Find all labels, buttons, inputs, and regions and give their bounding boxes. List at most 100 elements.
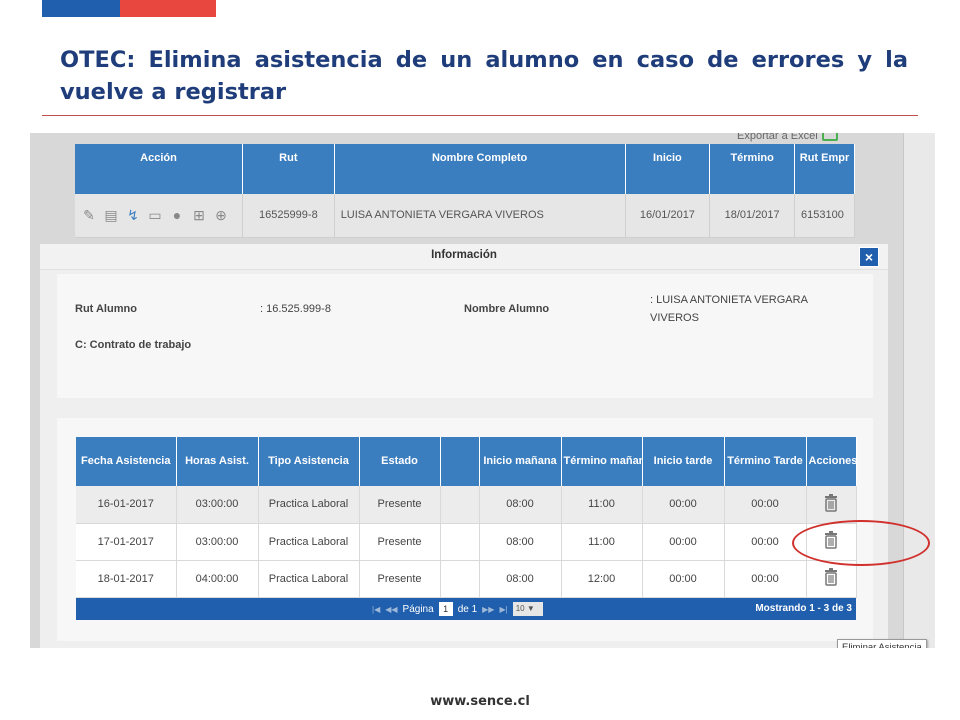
cell-termino-tarde: 00:00	[724, 486, 807, 524]
action-icons: ✎ ▤ ↯ ▭ ● ⊞ ⊕	[81, 207, 236, 224]
brand-bar-red	[120, 0, 216, 17]
document-icon[interactable]: ▤	[103, 207, 119, 224]
pager: |◀ ◀◀ Página 1 de 1 ▶▶ ▶| 10 ▼ Mostrando…	[76, 598, 856, 620]
table-row: ✎ ▤ ↯ ▭ ● ⊞ ⊕ 16525999-8 LUISA ANTONIETA…	[75, 194, 855, 238]
col-accion[interactable]: Acción	[75, 144, 243, 194]
rows-per-page-select[interactable]: 10 ▼	[512, 602, 543, 616]
modal-header: Información ×	[40, 244, 888, 270]
col-blank[interactable]	[440, 437, 480, 486]
screenshot-area: Exportar a Excel Acción Rut Nombre Compl…	[30, 133, 935, 648]
cell-fecha: 17-01-2017	[76, 523, 177, 561]
cell-horas: 04:00:00	[176, 560, 259, 598]
cell-estado: Presente	[359, 560, 441, 598]
contrato-label: C: Contrato de trabajo	[75, 339, 192, 351]
brand-bar-blue	[42, 0, 120, 17]
first-page-icon[interactable]: |◀	[372, 605, 380, 614]
modal-title: Información	[431, 249, 497, 261]
cell-inicio-manana: 08:00	[479, 486, 562, 524]
attendance-table-header: Fecha Asistencia Horas Asist. Tipo Asist…	[76, 437, 857, 486]
col-inicio-manana[interactable]: Inicio mañana	[479, 437, 562, 486]
attendance-table: Fecha Asistencia Horas Asist. Tipo Asist…	[76, 437, 857, 598]
close-button[interactable]: ×	[859, 247, 879, 267]
row-nombre: LUISA ANTONIETA VERGARA VIVEROS	[334, 194, 626, 238]
cell-termino-manana: 12:00	[561, 560, 643, 598]
cell-estado: Presente	[359, 486, 441, 524]
last-page-icon[interactable]: ▶|	[499, 605, 507, 614]
cell-inicio-tarde: 00:00	[642, 560, 725, 598]
row-rut: 16525999-8	[242, 194, 335, 238]
cell-blank	[440, 523, 480, 561]
col-rut-empresa[interactable]: Rut Empr	[794, 144, 855, 194]
cell-estado: Presente	[359, 523, 441, 561]
page-label: Página	[402, 603, 434, 615]
attendance-panel: Fecha Asistencia Horas Asist. Tipo Asist…	[57, 418, 873, 641]
cell-fecha: 16-01-2017	[76, 486, 177, 524]
col-horas-asist[interactable]: Horas Asist.	[176, 437, 259, 486]
cell-tipo: Practica Laboral	[258, 486, 360, 524]
rut-label: Rut Alumno	[75, 303, 137, 315]
pager-controls: |◀ ◀◀ Página 1 de 1 ▶▶ ▶| 10 ▼	[372, 602, 543, 616]
action-cell: ✎ ▤ ↯ ▭ ● ⊞ ⊕	[75, 194, 243, 238]
user-remove-icon[interactable]: ●	[169, 207, 185, 224]
cell-acciones	[806, 486, 857, 524]
delete-attendance-tooltip: Eliminar Asistencia	[837, 639, 927, 648]
col-estado[interactable]: Estado	[359, 437, 441, 486]
excel-icon	[821, 133, 838, 141]
nombre-value: : LUISA ANTONIETA VERGARA VIVEROS	[650, 294, 808, 324]
prev-page-icon[interactable]: ◀◀	[385, 605, 397, 614]
col-inicio[interactable]: Inicio	[625, 144, 711, 194]
students-table: Acción Rut Nombre Completo Inicio Términ…	[75, 144, 855, 238]
col-termino-manana[interactable]: Término mañana	[561, 437, 643, 486]
cell-horas: 03:00:00	[176, 486, 259, 524]
cell-tipo: Practica Laboral	[258, 523, 360, 561]
info-modal: Información × Rut Alumno : 16.525.999-8 …	[40, 244, 927, 648]
cell-termino-manana: 11:00	[561, 486, 643, 524]
student-info-panel: Rut Alumno : 16.525.999-8 Nombre Alumno …	[57, 274, 873, 398]
table-row: 17-01-2017 03:00:00 Practica Laboral Pre…	[76, 523, 857, 561]
cell-fecha: 18-01-2017	[76, 560, 177, 598]
trash-icon[interactable]	[824, 493, 838, 515]
col-tipo-asistencia[interactable]: Tipo Asistencia	[258, 437, 360, 486]
add-circle-icon[interactable]: ⊕	[213, 207, 229, 224]
cell-tipo: Practica Laboral	[258, 560, 360, 598]
file-icon[interactable]: ▭	[147, 207, 163, 224]
table-row: 18-01-2017 04:00:00 Practica Laboral Pre…	[76, 560, 857, 598]
row-termino: 18/01/2017	[709, 194, 796, 238]
row-inicio: 16/01/2017	[625, 194, 711, 238]
rows-per-page-value: 10	[515, 604, 525, 613]
page-of-label: de 1	[457, 603, 478, 615]
col-inicio-tarde[interactable]: Inicio tarde	[642, 437, 725, 486]
export-label: Exportar a Excel	[737, 133, 818, 142]
add-file-icon[interactable]: ⊞	[191, 207, 207, 224]
cell-inicio-manana: 08:00	[479, 560, 562, 598]
export-excel-link[interactable]: Exportar a Excel	[737, 133, 838, 142]
cell-inicio-tarde: 00:00	[642, 486, 725, 524]
slide: OTEC: Elimina asistencia de un alumno en…	[0, 0, 960, 720]
page-input[interactable]: 1	[438, 602, 453, 616]
col-acciones[interactable]: Acciones	[806, 437, 857, 486]
col-nombre[interactable]: Nombre Completo	[334, 144, 626, 194]
col-rut[interactable]: Rut	[242, 144, 335, 194]
next-page-icon[interactable]: ▶▶	[482, 605, 494, 614]
trash-icon[interactable]	[824, 568, 838, 589]
cell-horas: 03:00:00	[176, 523, 259, 561]
row-rut-empresa: 6153100	[794, 194, 855, 238]
cell-termino-tarde: 00:00	[724, 560, 807, 598]
paperclip-icon[interactable]: ↯	[125, 207, 141, 224]
page-right-edge	[903, 133, 935, 648]
table-row: 16-01-2017 03:00:00 Practica Laboral Pre…	[76, 486, 857, 524]
cell-termino-manana: 11:00	[561, 523, 643, 561]
col-termino-tarde[interactable]: Término Tarde	[724, 437, 807, 486]
user-edit-icon[interactable]: ✎	[81, 207, 97, 224]
col-fecha-asistencia[interactable]: Fecha Asistencia	[76, 437, 177, 486]
highlight-ellipse	[792, 520, 930, 566]
cell-blank	[440, 560, 480, 598]
col-termino[interactable]: Término	[709, 144, 796, 194]
footer-url: www.sence.cl	[430, 694, 530, 709]
cell-inicio-tarde: 00:00	[642, 523, 725, 561]
pager-summary: Mostrando 1 - 3 de 3	[755, 603, 852, 614]
cell-inicio-manana: 08:00	[479, 523, 562, 561]
brand-color-bar	[42, 0, 216, 17]
cell-blank	[440, 486, 480, 524]
slide-title: OTEC: Elimina asistencia de un alumno en…	[60, 47, 908, 105]
